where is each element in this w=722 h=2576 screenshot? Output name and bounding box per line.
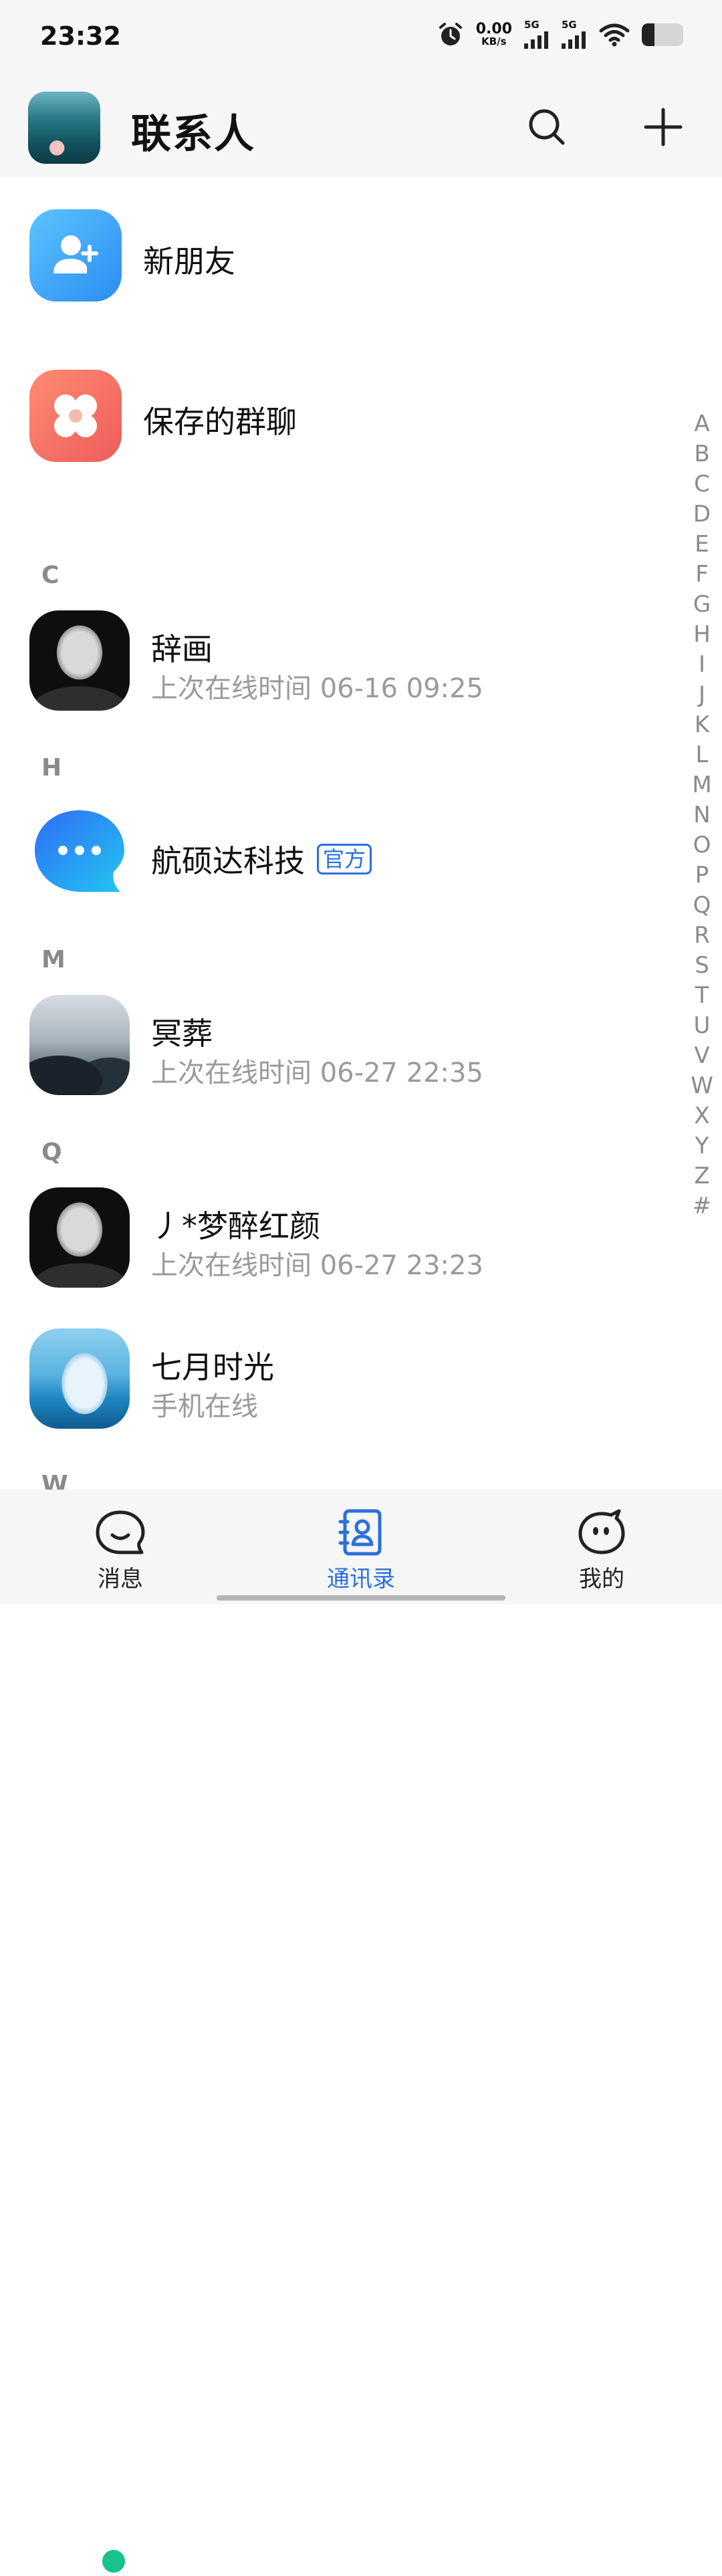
index-letter[interactable]: K [695,710,709,740]
battery-icon [642,23,683,46]
online-indicator [99,2547,128,2576]
contact-row[interactable]: 冥葬 上次在线时间 06-27 22:35 [0,995,669,1108]
signal-1: 5G [524,20,550,49]
contact-row[interactable]: 航硕达科技 官方 [0,802,669,916]
section-header-m: M [41,946,66,973]
tab-contacts[interactable]: 通讯录 [294,1508,428,1593]
tab-contacts-label: 通讯录 [327,1566,395,1593]
index-letter[interactable]: W [691,1071,713,1101]
index-letter[interactable]: M [692,770,711,800]
index-letter[interactable]: G [693,590,711,620]
wifi-icon [599,23,630,46]
contact-name: 丿*梦醉红颜 [151,1208,320,1244]
index-letter[interactable]: U [694,1011,711,1041]
index-letter[interactable]: S [695,951,709,981]
contact-row[interactable]: 辞画 上次在线时间 06-16 09:25 [0,610,669,724]
index-letter[interactable]: N [693,800,710,830]
my-avatar[interactable] [28,92,100,164]
index-letter[interactable]: X [694,1101,709,1131]
index-letter[interactable]: P [695,860,709,891]
contact-avatar [29,1187,130,1288]
index-letter[interactable]: O [693,830,711,860]
contact-row[interactable]: 丿*梦醉红颜 上次在线时间 06-27 23:23 [0,1187,669,1301]
index-letter[interactable]: D [693,499,711,530]
official-badge: 官方 [317,844,372,874]
index-letter[interactable]: I [699,650,705,680]
contact-status: 上次在线时间 06-27 23:23 [151,1250,483,1281]
contact-status: 手机在线 [151,1391,258,1422]
chat-bubble-icon [35,810,124,892]
index-letter[interactable]: A [694,409,709,439]
contact-avatar [29,1328,130,1429]
index-letter[interactable]: F [695,560,709,590]
index-letter[interactable]: J [699,680,705,710]
index-letter[interactable]: C [694,469,710,499]
index-letter[interactable]: E [695,530,709,560]
profile-face-icon [578,1509,625,1554]
alphabet-index[interactable]: A B C D E F G H I J K L M N O P Q R S T U V W X Y Z # [689,409,715,1221]
battery-fill [642,23,654,46]
saved-groups-row[interactable]: 保存的群聊 [0,338,669,462]
section-header-c: C [41,562,59,589]
signal-bars-icon [524,31,548,49]
tab-messages-label: 消息 [98,1566,143,1593]
add-button[interactable] [636,100,690,154]
status-bar: 23:32 0.00 KB/s 5G 5G [0,0,722,74]
contact-avatar [29,995,130,1095]
index-letter[interactable]: # [693,1191,712,1221]
plus-icon [644,108,683,146]
status-time: 23:32 [40,21,121,51]
tab-me-label: 我的 [579,1566,624,1593]
alarm-icon [439,22,462,45]
new-friends-label: 新朋友 [143,243,235,279]
contact-avatar [29,610,130,711]
contact-status: 上次在线时间 06-16 09:25 [151,673,483,704]
message-icon [96,1510,145,1554]
section-header-q: Q [41,1139,62,1166]
section-header-h: H [41,754,62,782]
saved-groups-label: 保存的群聊 [143,404,297,440]
new-friends-row[interactable]: 新朋友 [0,177,669,302]
index-letter[interactable]: L [696,740,709,770]
index-letter[interactable]: Z [694,1161,709,1191]
status-icons: 0.00 KB/s 5G 5G [437,20,683,49]
app-header: 联系人 [0,74,722,177]
page-title: 联系人 [131,111,255,158]
contact-name: 冥葬 [151,1016,213,1052]
add-friend-icon [29,209,122,302]
index-letter[interactable]: Q [693,891,711,921]
index-letter[interactable]: V [694,1041,709,1071]
search-icon [529,109,565,145]
net-speed: 0.00 KB/s [475,21,512,47]
contact-status: 上次在线时间 06-27 22:35 [151,1058,483,1088]
index-letter[interactable]: H [693,620,711,650]
index-letter[interactable]: R [694,921,710,951]
home-indicator[interactable] [217,1595,505,1601]
signal-bars-icon [562,31,586,49]
tab-messages[interactable]: 消息 [53,1508,187,1593]
group-chat-icon [29,370,122,462]
contacts-book-icon [338,1509,382,1556]
contact-name: 辞画 [151,631,213,667]
contact-name: 七月时光 [151,1349,274,1385]
index-letter[interactable]: T [695,981,709,1011]
index-letter[interactable]: B [694,439,709,469]
contact-row[interactable]: 七月时光 手机在线 [0,1328,669,2576]
index-letter[interactable]: Y [695,1131,709,1161]
bottom-nav: 消息 通讯录 我的 [0,1490,722,1605]
signal-2: 5G [562,20,587,49]
contact-name: 航硕达科技 官方 [151,837,372,881]
tab-me[interactable]: 我的 [535,1508,669,1593]
search-button[interactable] [520,100,574,154]
